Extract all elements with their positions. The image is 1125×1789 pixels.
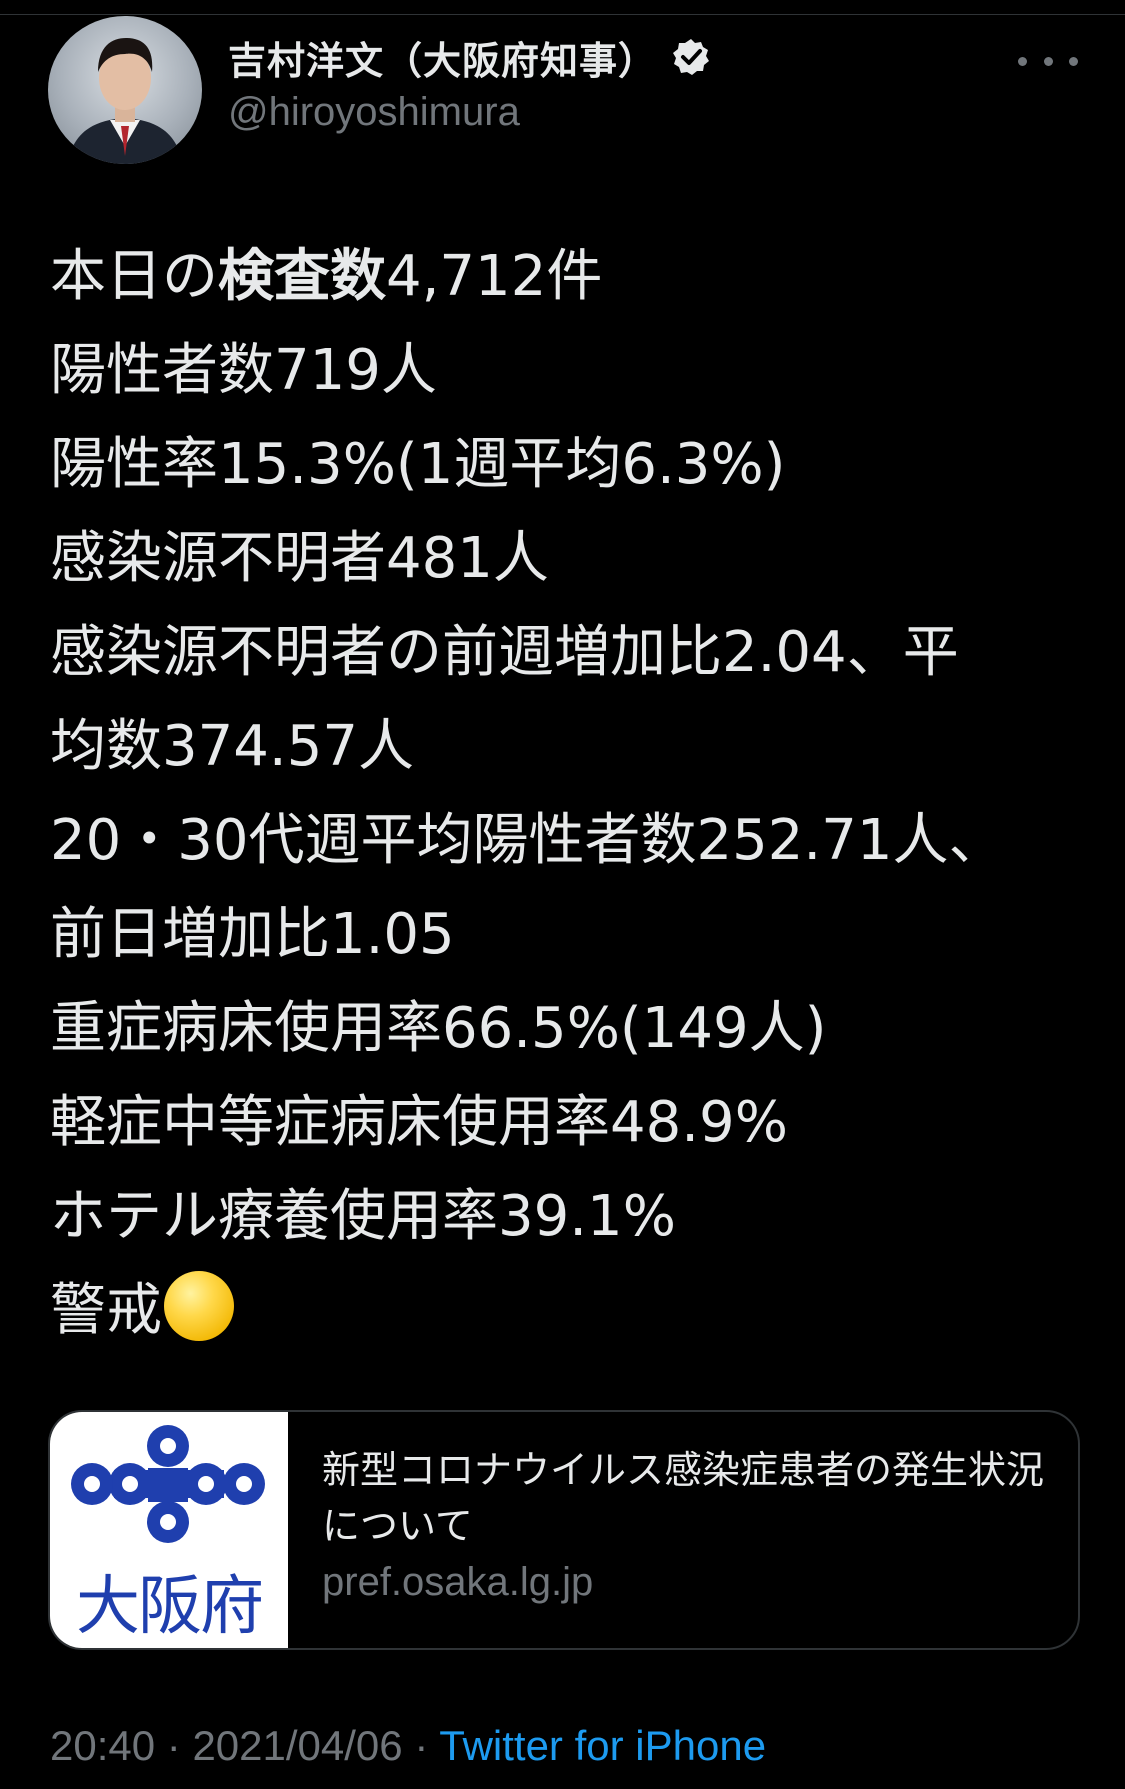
tweet-line-suffix: 4,712件 [386, 244, 603, 309]
tweet-line: 警戒 [50, 1264, 1060, 1358]
tweet-line: 20・30代週平均陽性者数252.71人、 [50, 808, 1005, 873]
verified-badge-icon [671, 37, 711, 77]
tweet-line: 陽性者数719人 [50, 338, 437, 403]
more-dot-icon [1018, 56, 1027, 66]
tweet-header: 吉村洋文（大阪府知事） @hiroyoshimura [48, 16, 1078, 166]
meta-separator: · [155, 1722, 193, 1769]
tweet-line-prefix: 本日の [50, 244, 218, 309]
tweet-date[interactable]: 2021/04/06 [192, 1722, 402, 1769]
tweet-line: 重症病床使用率66.5%(149人) [50, 996, 827, 1061]
tweet-meta: 20:40 · 2021/04/06 · Twitter for iPhone [50, 1722, 766, 1770]
top-divider [0, 14, 1125, 15]
tweet-time[interactable]: 20:40 [50, 1722, 155, 1769]
more-dot-icon [1043, 56, 1053, 66]
tweet-text: 本日の検査数4,712件 陽性者数719人 陽性率15.3%(1週平均6.3%)… [50, 230, 1060, 1358]
card-thumbnail: 大阪府 [50, 1412, 288, 1648]
author-block: 吉村洋文（大阪府知事） @hiroyoshimura [228, 34, 711, 135]
tweet-line-text: 警戒 [50, 1278, 162, 1343]
tweet-line: 陽性率15.3%(1週平均6.3%) [50, 432, 786, 497]
tweet-line-bold: 検査数 [218, 244, 386, 309]
more-options-button[interactable] [1018, 46, 1078, 76]
yellow-circle-emoji-icon [164, 1271, 234, 1341]
tweet-line: 本日の検査数4,712件 [50, 230, 1060, 324]
tweet-line: ホテル療養使用率39.1% [50, 1184, 676, 1249]
tweet-line: 軽症中等症病床使用率48.9% [50, 1090, 788, 1155]
card-title: 新型コロナウイルス感染症患者の発生状況について [322, 1448, 1045, 1548]
author-handle[interactable]: @hiroyoshimura [228, 90, 711, 135]
meta-separator: · [402, 1722, 440, 1769]
tweet-line: 感染源不明者481人 [50, 526, 549, 591]
avatar[interactable] [48, 16, 202, 164]
tweet-line: 感染源不明者の前週増加比2.04、平 [50, 620, 959, 685]
display-name[interactable]: 吉村洋文（大阪府知事） [228, 30, 657, 85]
card-domain: pref.osaka.lg.jp [322, 1560, 594, 1604]
tweet-line: 前日増加比1.05 [50, 902, 455, 967]
link-preview-card[interactable]: 大阪府 新型コロナウイルス感染症患者の発生状況について pref.osaka.l… [48, 1410, 1080, 1650]
osaka-emblem-icon [71, 1425, 265, 1543]
display-name-row: 吉村洋文（大阪府知事） [228, 34, 711, 83]
more-dot-icon [1069, 56, 1078, 66]
tweet-source-link[interactable]: Twitter for iPhone [439, 1722, 766, 1769]
tweet-line: 均数374.57人 [50, 714, 414, 779]
card-thumbnail-label: 大阪府 [76, 1570, 264, 1644]
card-info: 新型コロナウイルス感染症患者の発生状況について pref.osaka.lg.jp [322, 1442, 1062, 1605]
